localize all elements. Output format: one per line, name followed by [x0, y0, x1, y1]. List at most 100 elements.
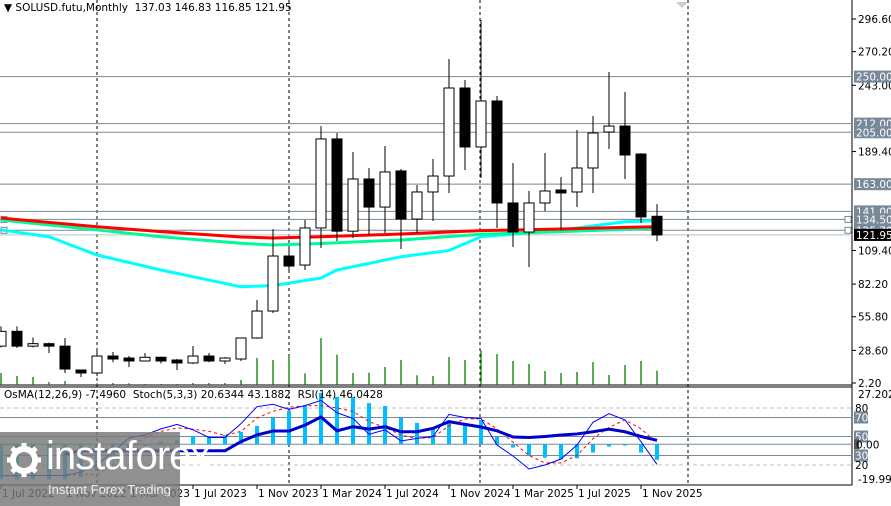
- osma-bar: [383, 405, 387, 445]
- candle-body: [251, 310, 263, 339]
- candle-body: [539, 190, 551, 204]
- candle-body: [571, 167, 583, 193]
- candle-body: [0, 330, 7, 347]
- time-tick-label: 1 Mar 2024: [322, 488, 382, 500]
- price-tick-label: 109.40: [858, 245, 891, 257]
- candle: [635, 153, 647, 224]
- candle-body: [507, 202, 519, 233]
- candle-body: [315, 138, 327, 229]
- candle-body: [603, 125, 615, 133]
- chart-shift-marker-icon: [676, 2, 688, 8]
- candle-body: [267, 255, 279, 312]
- candle-body: [331, 138, 343, 232]
- candle: [523, 190, 535, 268]
- candle: [443, 59, 455, 193]
- time-tick-label: 1 Jul 2025: [578, 488, 631, 500]
- candle: [347, 152, 359, 238]
- time-tick-label: 1 Mar 2025: [514, 488, 574, 500]
- price-chart[interactable]: 296.60270.20243.00189.40109.4082.2055.80…: [0, 0, 891, 506]
- candle: [651, 204, 663, 242]
- rsi-label: RSI(14) 46.0428: [297, 389, 383, 401]
- candle: [299, 220, 311, 270]
- candle: [123, 356, 135, 368]
- candle-body: [523, 202, 535, 233]
- candle-body: [299, 227, 311, 266]
- price-tick-label: 296.60: [858, 14, 891, 26]
- candle: [619, 91, 631, 179]
- candle-body: [235, 337, 247, 360]
- candle-body: [443, 87, 455, 177]
- candle-body: [155, 356, 167, 362]
- candle: [331, 132, 343, 242]
- osma-bar: [415, 422, 419, 445]
- candle-body: [11, 330, 23, 347]
- osma-bar: [639, 444, 643, 453]
- indicator-level-label: 70: [855, 413, 868, 425]
- price-tick-label: 55.80: [858, 312, 888, 324]
- level-price-label: 205.00: [856, 127, 891, 139]
- current-price-label: 121.95: [856, 230, 891, 242]
- candle-body: [379, 171, 391, 208]
- osma-bar: [655, 444, 659, 460]
- gear-logo-icon: [7, 443, 41, 477]
- candle: [139, 352, 151, 362]
- candle: [395, 168, 407, 249]
- time-tick-label: 1 Nov 2024: [450, 488, 511, 500]
- level-handle-icon: [844, 215, 852, 223]
- candle-body: [75, 369, 87, 374]
- candle: [379, 145, 391, 234]
- candle: [59, 337, 71, 373]
- candle: [315, 126, 327, 248]
- candle: [27, 337, 39, 348]
- candle-body: [411, 191, 423, 220]
- watermark-tagline: Instant Forex Trading: [48, 482, 171, 497]
- osma-label: OsMA(12,26,9) -7.4960: [4, 389, 127, 401]
- candle-body: [363, 178, 375, 208]
- candle: [587, 116, 599, 193]
- candle: [491, 96, 503, 228]
- candle-body: [587, 132, 599, 169]
- candle-body: [91, 355, 103, 374]
- time-tick-label: 1 Nov 2023: [258, 488, 319, 500]
- candle-body: [107, 355, 119, 360]
- candle: [0, 326, 7, 348]
- candle-body: [347, 178, 359, 232]
- candle: [603, 72, 615, 149]
- candle: [43, 342, 55, 353]
- candle-body: [555, 189, 567, 194]
- candle: [235, 337, 247, 361]
- osma-bar: [511, 444, 515, 448]
- candle-body: [123, 357, 135, 362]
- osma-bar: [591, 444, 595, 453]
- candle: [219, 357, 231, 364]
- collapse-triangle-icon[interactable]: ▼: [4, 2, 12, 14]
- candle: [571, 130, 583, 208]
- ma-green-line: [0, 218, 658, 247]
- price-tick-label: 82.20: [858, 279, 888, 291]
- stoch-label: Stoch(5,3,3) 20.6344 43.1882: [132, 389, 291, 401]
- candle-body: [43, 343, 55, 347]
- candle: [11, 326, 23, 349]
- candle: [459, 79, 471, 170]
- candle-body: [459, 87, 471, 148]
- osma-bar: [479, 420, 483, 445]
- osma-bar: [543, 444, 547, 458]
- candle: [283, 247, 295, 271]
- candle: [411, 185, 423, 234]
- chart-window: 296.60270.20243.00189.40109.4082.2055.80…: [0, 0, 891, 506]
- osma-bar: [287, 410, 291, 445]
- osma-bar: [607, 444, 611, 447]
- candle-body: [395, 170, 407, 220]
- osma-zero-label: 0.00: [856, 439, 879, 451]
- price-tick-label: 270.20: [858, 47, 891, 59]
- candle-body: [203, 355, 215, 362]
- level-price-label: 163.00: [856, 179, 891, 191]
- candle: [555, 177, 567, 230]
- indicator-axis-top: 27.2028: [858, 389, 891, 401]
- candle: [171, 359, 183, 371]
- candle: [203, 352, 215, 363]
- price-tick-label: 28.60: [858, 345, 888, 357]
- time-tick-label: 1 Jul 2024: [386, 488, 439, 500]
- indicator-axis-bottom: -19.9928: [858, 474, 891, 486]
- ohlc-values: 137.03 146.83 116.85 121.95: [134, 2, 292, 14]
